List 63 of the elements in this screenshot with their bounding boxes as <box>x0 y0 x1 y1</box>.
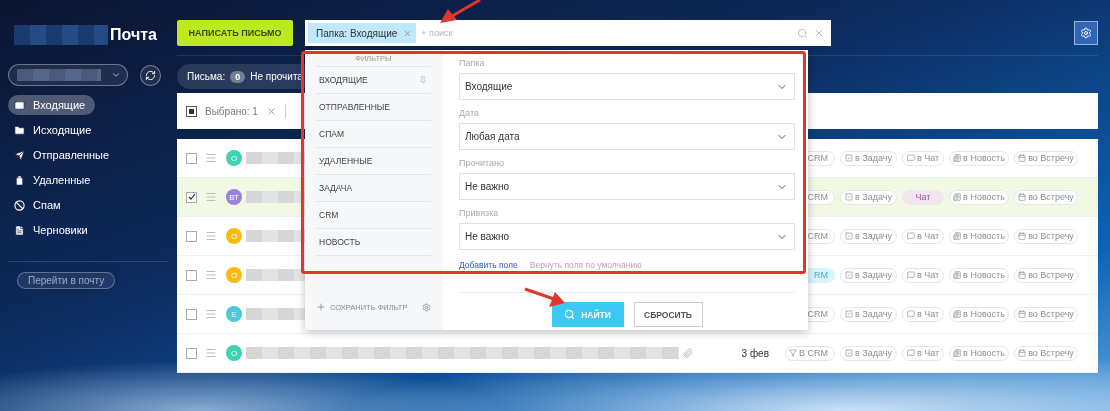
action-pill[interactable]: в Новость <box>949 345 1009 361</box>
field-label: Дата <box>459 108 480 120</box>
action-pill[interactable]: во Встречу <box>1014 345 1078 361</box>
avatar: О <box>226 267 242 283</box>
field-label: Прочитано <box>459 158 505 170</box>
action-pill[interactable]: в Чат <box>902 150 944 166</box>
compose-button[interactable]: НАПИСАТЬ ПИСЬМО <box>177 20 293 46</box>
avatar: О <box>226 150 242 166</box>
action-pill[interactable]: в Чат <box>902 345 944 361</box>
avatar: О <box>226 345 242 361</box>
avatar: О <box>226 228 242 244</box>
action-pill[interactable]: в Чат <box>902 267 944 283</box>
action-pill[interactable]: в Задачу <box>840 189 897 205</box>
filter-preset[interactable]: НОВОСТЬ <box>316 228 431 255</box>
nav-item[interactable]: Удаленные <box>8 170 101 190</box>
filter-preset[interactable]: ВХОДЯЩИЕ <box>316 66 431 93</box>
reset-fields-link[interactable]: Вернуть поля по умолчанию <box>529 260 642 270</box>
action-pill[interactable]: во Встречу <box>1014 306 1078 322</box>
action-pill[interactable]: во Встречу <box>1014 150 1078 166</box>
filter-preset[interactable]: ЗАДАЧА <box>316 174 431 201</box>
action-pill[interactable]: в Задачу <box>840 228 897 244</box>
avatar: ВТ <box>226 189 242 205</box>
filter-preset[interactable]: УДАЛЕННЫЕ <box>316 147 431 174</box>
action-pill[interactable]: в Новость <box>949 306 1009 322</box>
select-field[interactable]: Не важно <box>459 223 795 250</box>
app-title: Почта <box>110 26 157 44</box>
add-field-link[interactable]: Добавить поле <box>459 260 518 270</box>
action-pill[interactable]: во Встречу <box>1014 267 1078 283</box>
nav-item[interactable]: Черновики <box>8 220 98 240</box>
select-field[interactable]: Любая дата <box>459 123 795 150</box>
action-pill[interactable]: в Новость <box>949 267 1009 283</box>
nav-item[interactable]: Входящие <box>8 95 96 115</box>
action-pill[interactable]: в Новость <box>949 150 1009 166</box>
filter-chip[interactable]: Папка: Входящие <box>308 23 417 43</box>
action-pill[interactable]: в Задачу <box>840 306 897 322</box>
field-label: Привязка <box>459 208 500 220</box>
select-field[interactable]: Не важно <box>459 173 795 200</box>
filter-preset[interactable]: ОТПРАВЛЕННЫЕ <box>316 93 431 120</box>
action-pill[interactable]: во Встречу <box>1014 228 1078 244</box>
find-button[interactable]: НАЙТИ <box>551 302 624 327</box>
message-date: 3 фев <box>741 347 769 359</box>
nav-item[interactable]: Исходящие <box>8 120 102 140</box>
filter-preset[interactable]: СПАМ <box>316 120 431 147</box>
action-pill[interactable]: в Задачу <box>840 345 897 361</box>
action-pill[interactable]: В CRM <box>785 345 835 361</box>
field-label: Папка <box>459 58 486 70</box>
action-pill[interactable]: в Чат <box>902 306 944 322</box>
action-pill[interactable]: в Новость <box>949 228 1009 244</box>
action-pill[interactable]: Чат <box>902 189 944 205</box>
avatar: Е <box>226 306 242 322</box>
action-pill[interactable]: в Чат <box>902 228 944 244</box>
action-pill[interactable]: в Задачу <box>840 267 897 283</box>
selection-count: Выбрано: 1 <box>205 105 258 117</box>
select-field[interactable]: Входящие <box>459 73 795 100</box>
action-pill[interactable]: во Встречу <box>1014 189 1078 205</box>
filter-preset[interactable]: CRM <box>316 201 431 228</box>
nav-item[interactable]: Спам <box>8 195 71 215</box>
search-field[interactable]: Папка: Входящие + поиск <box>305 20 831 46</box>
action-pill[interactable]: в Новость <box>949 189 1009 205</box>
nav-item[interactable]: Отправленные <box>8 145 120 165</box>
action-pill[interactable]: в Задачу <box>840 150 897 166</box>
reset-button[interactable]: СБРОСИТЬ <box>633 302 703 327</box>
goto-mail-button[interactable]: Перейти в почту <box>17 272 116 289</box>
